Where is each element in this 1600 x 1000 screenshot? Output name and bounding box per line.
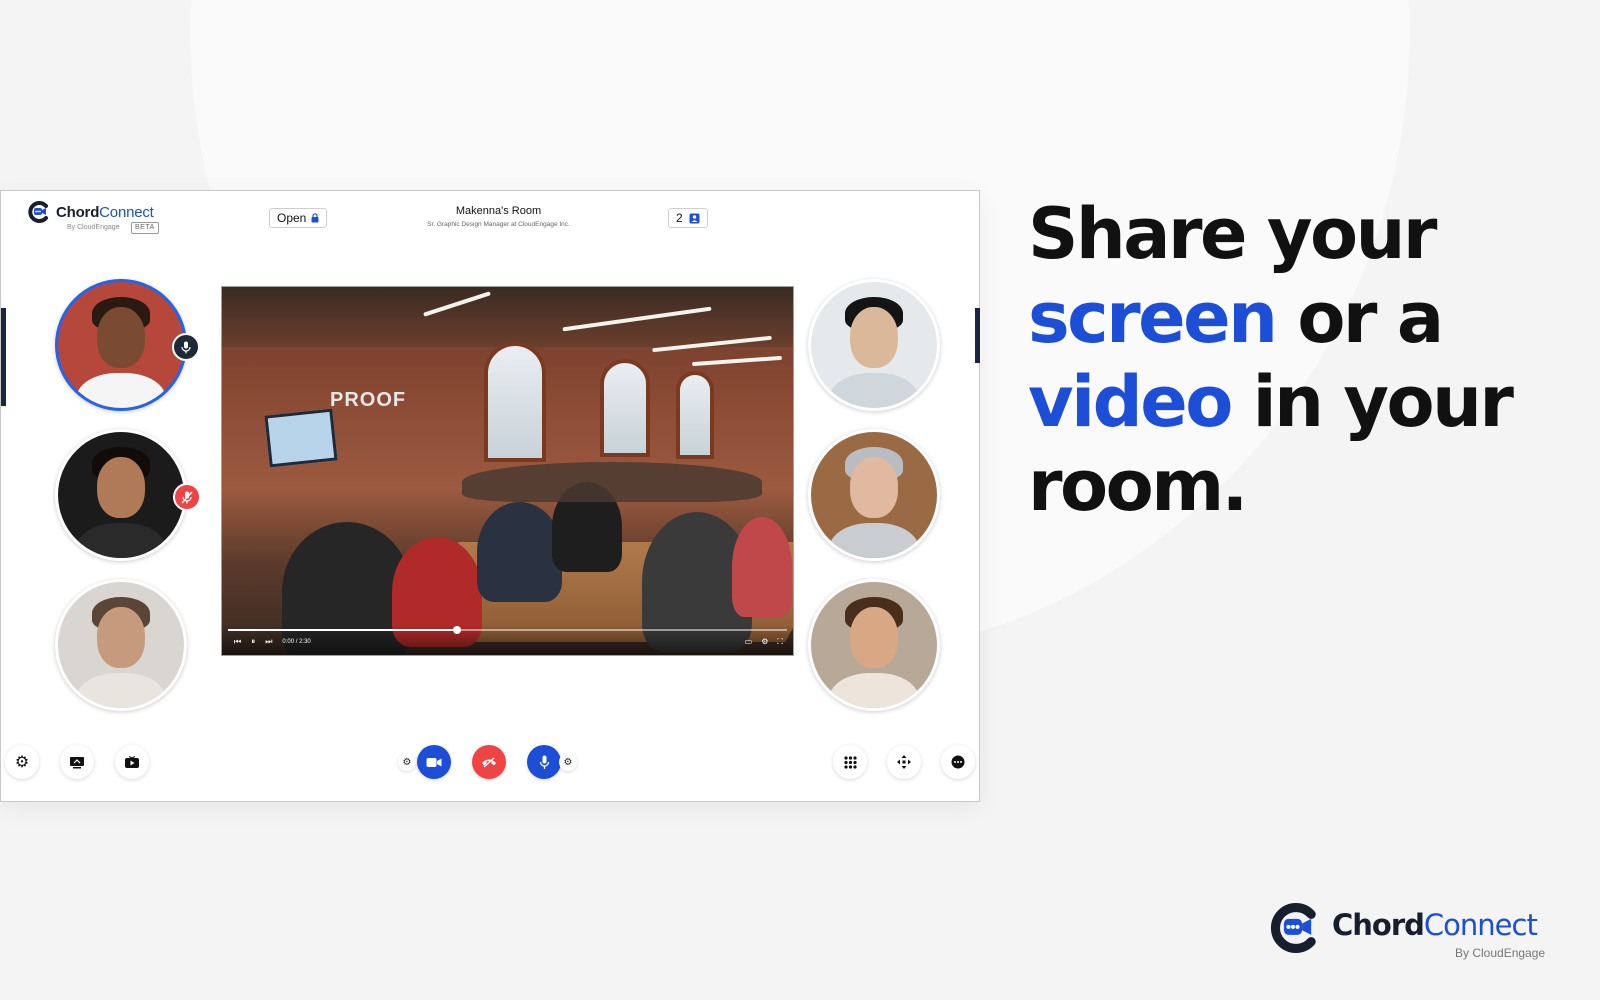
headline-line-2: screen or a [1028, 277, 1444, 359]
microphone-icon [181, 341, 191, 353]
participant-photo [811, 282, 937, 408]
chat-button[interactable] [941, 745, 975, 779]
video-scene-sign: PROOF [330, 389, 407, 411]
footer-byline: By CloudEngage [1455, 946, 1546, 960]
mic-on-indicator [172, 333, 200, 361]
video-scene-ceiling [222, 287, 793, 347]
chord-connect-logo-icon [1271, 903, 1316, 953]
settings-button[interactable]: ⚙ [5, 745, 39, 779]
microphone-icon [539, 755, 549, 769]
lock-icon [311, 213, 319, 223]
headline-line-4: room. [1028, 445, 1248, 527]
share-video-button[interactable] [115, 745, 149, 779]
chord-connect-logo-icon [28, 201, 48, 223]
shared-video-player[interactable]: PROOF ⏮ ⏸ ⏭ 0:00 / 2:30 ▭ ⚙ ⛶ [221, 286, 794, 656]
headline-accent-video: video [1028, 361, 1233, 443]
video-progress-fill [228, 629, 458, 631]
participant-tile[interactable] [808, 429, 940, 561]
participant-photo [811, 582, 937, 708]
hang-up-icon [482, 757, 496, 768]
footer-brand-name: ChordConnect [1332, 908, 1538, 942]
move-layout-button[interactable] [887, 745, 921, 779]
video-seek-bar[interactable] [228, 626, 787, 634]
marketing-headline: Share your screen or a video in your roo… [1028, 192, 1548, 528]
right-edge-indicator [975, 308, 980, 363]
participant-photo [811, 432, 937, 558]
participant-tile[interactable] [808, 279, 940, 411]
video-seek-handle[interactable] [453, 626, 462, 634]
move-arrows-icon [897, 755, 911, 769]
brand-byline: By CloudEngage [67, 224, 120, 231]
skip-back-icon[interactable]: ⏮ [234, 637, 241, 647]
headline-line-3: video in your [1028, 361, 1514, 443]
video-settings-icon[interactable]: ⚙ [761, 637, 768, 647]
pause-icon[interactable]: ⏸ [251, 637, 255, 647]
screen-share-icon [70, 756, 84, 768]
gear-icon: ⚙ [563, 756, 573, 768]
microphone-toggle-button[interactable] [527, 745, 561, 779]
mic-muted-indicator [173, 483, 201, 511]
footer-logo: ChordConnect By CloudEngage [1268, 900, 1568, 960]
skip-forward-icon[interactable]: ⏭ [265, 637, 272, 647]
fullscreen-icon[interactable]: ⛶ [777, 637, 783, 647]
youtube-video-icon [125, 755, 139, 768]
microphone-settings-button[interactable]: ⚙ [559, 753, 577, 771]
chat-bubble-icon [951, 755, 965, 769]
camera-settings-button[interactable]: ⚙ [398, 753, 416, 771]
participant-photo [58, 432, 184, 558]
participant-photo [58, 282, 184, 408]
camera-toggle-button[interactable] [417, 745, 451, 779]
room-lock-label: Open [277, 211, 307, 225]
app-window: ChordConnect By CloudEngage BETA Open Ma… [0, 190, 980, 802]
video-controls: ⏮ ⏸ ⏭ 0:00 / 2:30 ▭ ⚙ ⛶ [222, 625, 793, 655]
left-edge-indicator [1, 308, 6, 406]
microphone-muted-icon [181, 491, 193, 503]
participants-icon [689, 213, 700, 223]
participant-tile[interactable] [55, 579, 187, 711]
gear-icon: ⚙ [402, 756, 412, 768]
headline-line-1: Share your [1028, 193, 1437, 275]
video-scene-screen [264, 408, 338, 468]
video-time: 0:00 / 2:30 [282, 639, 311, 645]
room-lock-toggle[interactable]: Open [269, 208, 328, 228]
video-camera-icon [426, 757, 442, 767]
room-host-subtitle: Sr. Graphic Design Manager at CloudEngag… [427, 221, 570, 228]
participant-count: 2 [676, 211, 683, 225]
headline-accent-screen: screen [1028, 277, 1278, 359]
participant-tile[interactable] [55, 429, 187, 561]
participant-count-button[interactable]: 2 [668, 208, 708, 228]
grid-layout-button[interactable] [833, 745, 867, 779]
share-screen-button[interactable] [60, 745, 94, 779]
beta-badge: BETA [131, 222, 159, 234]
grid-icon [843, 755, 857, 769]
gear-icon: ⚙ [14, 754, 30, 771]
brand-name: ChordConnect [56, 204, 154, 221]
participant-photo [58, 582, 184, 708]
captions-icon[interactable]: ▭ [745, 637, 753, 647]
participant-tile[interactable] [55, 279, 187, 411]
end-call-button[interactable] [472, 745, 506, 779]
room-title: Makenna's Room [455, 205, 542, 217]
participant-tile[interactable] [808, 579, 940, 711]
